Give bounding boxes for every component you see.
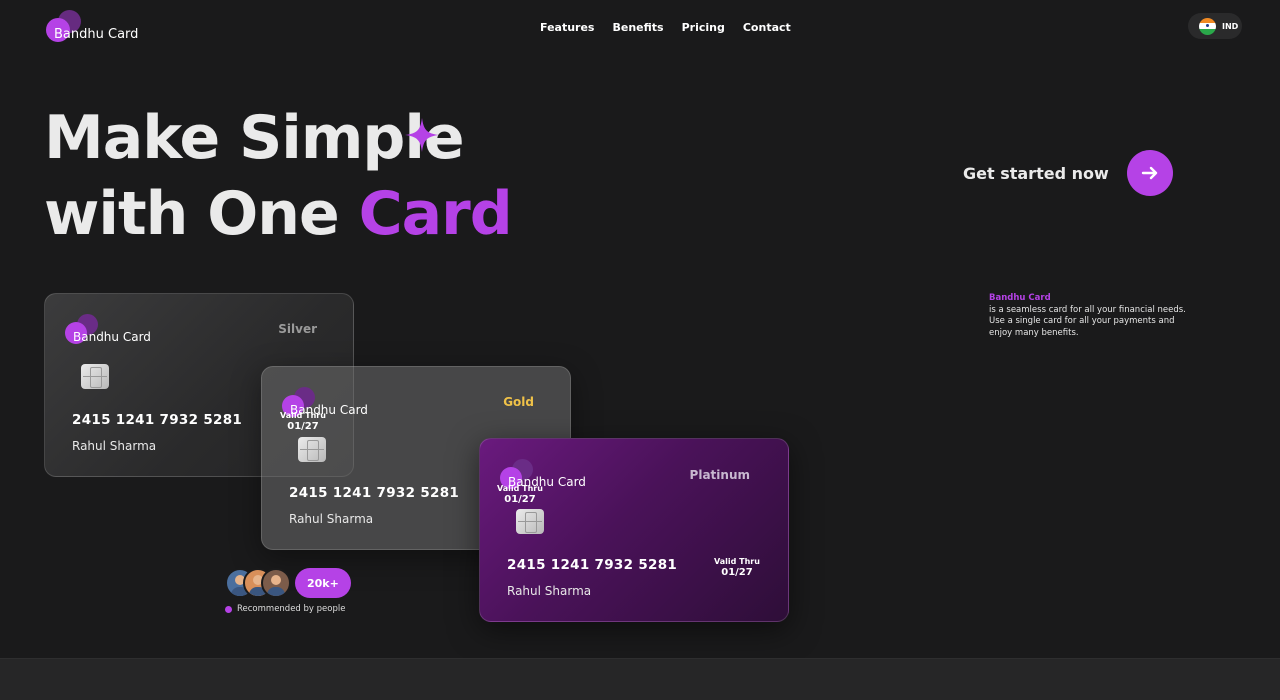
valid-thru-date: 01/27 <box>287 421 319 432</box>
dot-icon <box>225 605 232 613</box>
language-code: IND <box>1222 21 1239 31</box>
card-platinum[interactable]: Bandhu Card Platinum 2415 1241 7932 5281… <box>479 438 789 622</box>
hero-line-2-accent: Card <box>358 179 513 249</box>
recommended-line: Recommended by people <box>225 604 351 614</box>
card-number: 2415 1241 7932 5281 <box>289 485 460 501</box>
social-proof: 20k+ Recommended by people <box>225 568 351 614</box>
valid-thru-date: 01/27 <box>721 567 753 578</box>
card-holder: Rahul Sharma <box>72 439 157 453</box>
hero-line-2: with One Card <box>44 176 513 252</box>
nav-item-benefits[interactable]: Benefits <box>612 21 663 34</box>
india-flag-icon <box>1199 17 1216 35</box>
hero-heading: Make Simple with One Card <box>44 100 513 252</box>
valid-thru-platinum: Valid Thru 01/27 <box>714 557 760 579</box>
hero-line-2-prefix: with One <box>44 179 340 249</box>
nav-item-pricing[interactable]: Pricing <box>682 21 725 34</box>
valid-thru-label: Valid Thru <box>714 557 760 566</box>
card-holder: Rahul Sharma <box>507 584 592 598</box>
avatar <box>261 568 291 598</box>
avatar-group: 20k+ <box>225 568 351 598</box>
main-nav: Features Benefits Pricing Contact <box>540 21 791 34</box>
card-brand: Bandhu Card <box>73 330 151 344</box>
description-line: enjoy many benefits. <box>989 327 1079 338</box>
hero-line-1: Make Simple <box>44 103 465 173</box>
card-tier: Gold <box>503 395 534 409</box>
chip-icon <box>516 509 544 534</box>
card-number: 2415 1241 7932 5281 <box>72 412 243 428</box>
nav-item-features[interactable]: Features <box>540 21 594 34</box>
card-number: 2415 1241 7932 5281 <box>507 557 678 573</box>
get-started-button[interactable] <box>1126 150 1173 196</box>
chip-icon <box>298 437 326 462</box>
description-line: Use a single card for all your payments … <box>989 316 1175 326</box>
card-tier: Platinum <box>689 468 750 482</box>
recommended-label: Recommended by people <box>237 604 346 614</box>
description-line: is a seamless card for all your financia… <box>989 304 1186 315</box>
brand-logo[interactable]: Bandhu Card <box>44 10 164 46</box>
card-holder: Rahul Sharma <box>289 512 374 526</box>
sparkle-icon <box>405 118 439 152</box>
valid-thru-label: Valid Thru <box>280 411 326 420</box>
product-description: Bandhu Card is a seamless card for all y… <box>989 293 1189 339</box>
valid-thru-date: 01/27 <box>504 494 536 505</box>
get-started-cta[interactable]: Get started now <box>963 150 1173 196</box>
valid-thru-label: Valid Thru <box>497 484 543 493</box>
nav-item-contact[interactable]: Contact <box>743 21 791 34</box>
card-logo: Bandhu Card <box>65 314 185 344</box>
footer-band <box>0 658 1280 700</box>
arrow-right-icon <box>1141 166 1157 180</box>
language-selector[interactable]: IND <box>1188 13 1242 39</box>
card-tier: Silver <box>278 322 317 336</box>
chip-icon <box>81 364 109 389</box>
brand-name: Bandhu Card <box>54 27 139 42</box>
get-started-label: Get started now <box>963 163 1109 183</box>
user-count-badge: 20k+ <box>295 568 351 598</box>
description-brand: Bandhu Card <box>989 293 1051 303</box>
valid-thru-silver: Valid Thru 01/27 <box>280 411 326 433</box>
valid-thru-gold: Valid Thru 01/27 <box>497 484 543 506</box>
